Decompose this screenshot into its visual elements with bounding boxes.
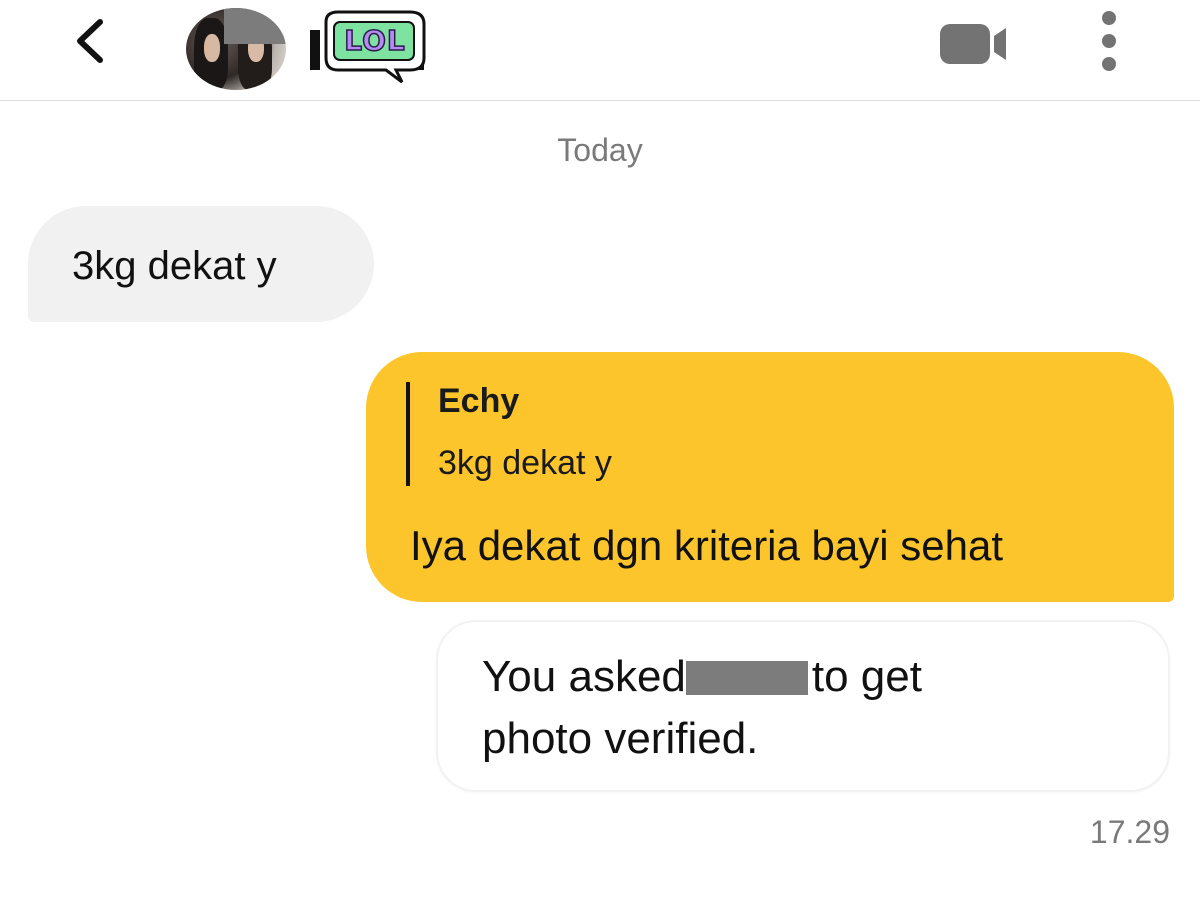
outgoing-message-bubble[interactable]: Echy 3kg dekat y Iya dekat dgn kriteria … xyxy=(366,352,1174,602)
notice-text-before: You asked xyxy=(482,652,686,701)
lol-sticker: LOL xyxy=(316,8,430,84)
chevron-left-icon xyxy=(77,19,103,63)
back-button[interactable] xyxy=(64,14,118,68)
more-options-button[interactable] xyxy=(1094,10,1124,72)
notice-line-2: photo verified. xyxy=(482,714,759,763)
lol-sticker-text: LOL xyxy=(344,23,406,58)
avatar[interactable] xyxy=(186,8,286,90)
chat-screen: LOL Today 3kg dekat y Echy 3kg dekat y I… xyxy=(0,0,1200,915)
quoted-sender-name: Echy xyxy=(438,382,520,420)
incoming-message-bubble[interactable]: 3kg dekat y xyxy=(28,206,374,322)
photo-verification-notice: You asked to get photo verified. xyxy=(436,620,1170,792)
reply-message-text: Iya dekat dgn kriteria bayi sehat xyxy=(410,522,1004,569)
video-camera-icon xyxy=(940,24,1006,64)
quote-bar xyxy=(406,382,410,486)
incoming-message-text: 3kg dekat y xyxy=(72,244,277,288)
avatar-photo-part xyxy=(204,34,220,62)
avatar-redaction xyxy=(224,8,286,44)
video-call-button[interactable] xyxy=(936,22,1010,66)
notice-text-after: to get xyxy=(811,652,922,701)
quoted-message-text: 3kg dekat y xyxy=(438,444,612,482)
date-separator: Today xyxy=(557,132,643,168)
name-redaction xyxy=(685,661,808,695)
message-timestamp: 17.29 xyxy=(1089,814,1170,850)
chat-header: LOL xyxy=(0,0,1200,101)
more-vertical-icon xyxy=(1102,11,1116,71)
notice-line-1: You asked to get xyxy=(482,652,922,702)
